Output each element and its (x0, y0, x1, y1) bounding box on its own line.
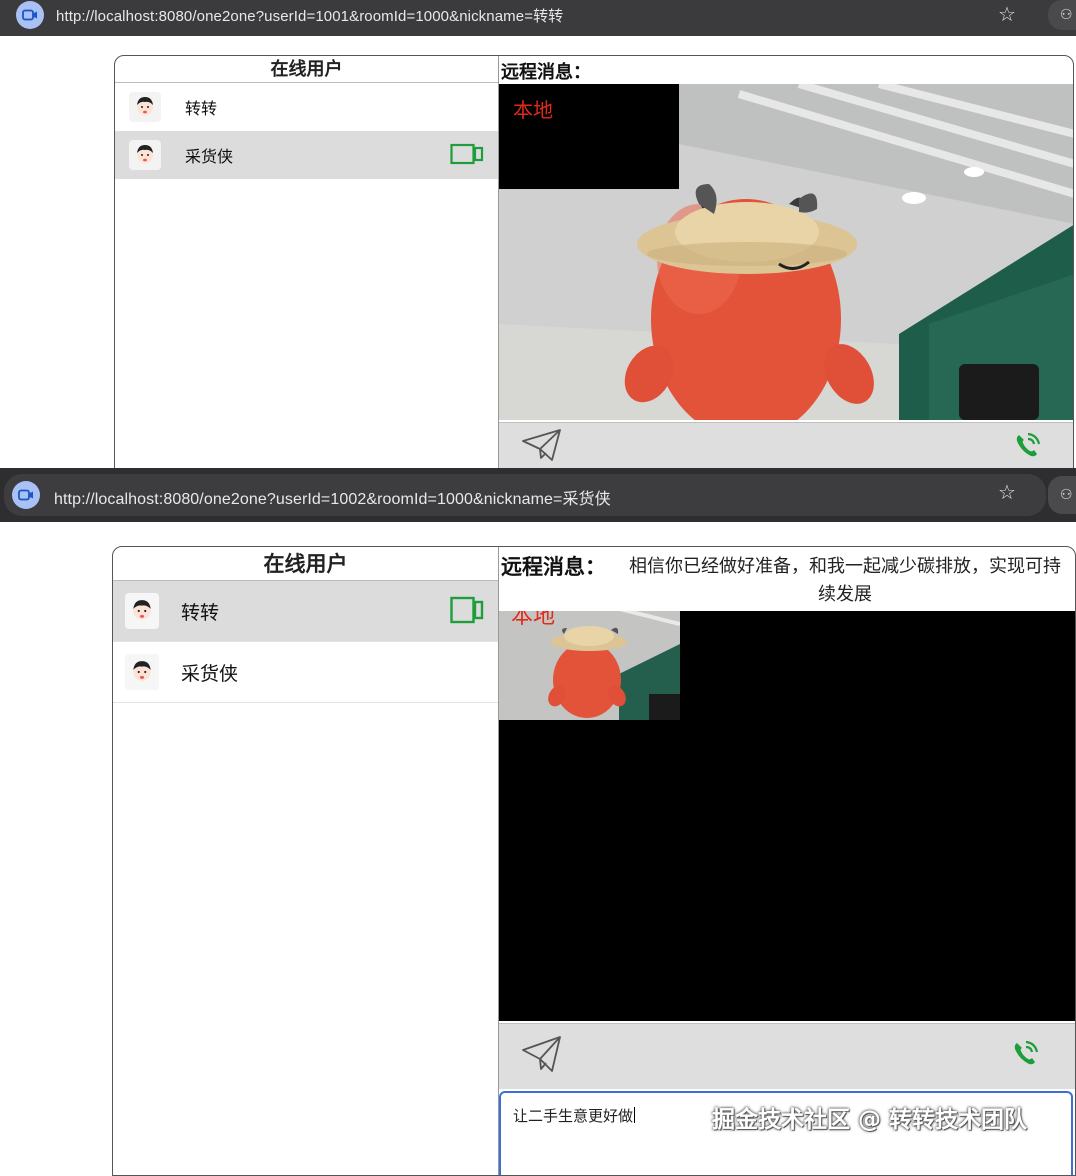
message-input-text: 让二手生意更好做 (513, 1107, 634, 1125)
online-users-title: 在线用户 (115, 56, 498, 83)
text-caret (634, 1107, 636, 1123)
user-name: 转转 (185, 99, 218, 118)
url-text-2[interactable]: http://localhost:8080/one2one?userId=100… (54, 485, 611, 509)
extensions-icon[interactable]: ⚇ (1048, 0, 1076, 30)
avatar-icon (129, 92, 161, 122)
remote-message-label: 远程消息： (501, 555, 606, 579)
user-list-item[interactable]: 采货侠 (113, 642, 498, 703)
remote-video: 本地 (499, 84, 1073, 420)
user-name: 采货侠 (181, 662, 239, 685)
video-camera-icon[interactable] (450, 143, 484, 169)
send-icon[interactable] (521, 1034, 563, 1078)
local-video-label: 本地 (513, 98, 553, 122)
user-name: 采货侠 (185, 147, 234, 166)
remote-panel: 远程消息： 本地 (499, 56, 1073, 484)
extensions-icon[interactable]: ⚇ (1048, 476, 1076, 514)
browser-toolbar-2: http://localhost:8080/one2one?userId=100… (0, 468, 1076, 522)
remote-message-label: 远程消息： (501, 62, 591, 83)
send-icon[interactable] (521, 427, 563, 467)
bookmark-star-icon[interactable]: ☆ (998, 2, 1016, 26)
bookmark-star-icon[interactable]: ☆ (998, 480, 1016, 504)
online-users-panel: 在线用户 转转 采货侠 (115, 56, 499, 484)
address-bar-1[interactable]: http://localhost:8080/one2one?userId=100… (4, 0, 1046, 30)
avatar-icon (129, 140, 161, 170)
remote-message-text: 相信你已经做好准备，和我一起减少碳排放，实现可持续发展 (629, 556, 1061, 605)
site-video-icon (12, 481, 40, 509)
user-list-item[interactable]: 采货侠 (115, 131, 498, 179)
phone-call-icon[interactable] (1011, 1038, 1041, 1072)
user-list-item[interactable]: 转转 (113, 581, 498, 642)
user-list-item[interactable]: 转转 (115, 83, 498, 131)
address-bar-2[interactable]: http://localhost:8080/one2one?userId=100… (4, 474, 1046, 516)
video-camera-icon[interactable] (450, 596, 484, 628)
watermark: 掘金技术社区 @ 转转技术团队 (712, 1107, 1028, 1133)
site-video-icon (16, 1, 44, 29)
online-users-panel: 在线用户 转转 采货侠 (113, 547, 499, 1175)
user-name: 转转 (181, 601, 220, 624)
phone-call-icon[interactable] (1013, 431, 1043, 463)
local-video-label: 本地 (511, 611, 556, 629)
message-toolbar (499, 1023, 1075, 1089)
url-text-1[interactable]: http://localhost:8080/one2one?userId=100… (56, 5, 563, 26)
remote-video: 本地 (499, 611, 1075, 1021)
app-window-2: 在线用户 转转 采货侠 远程消息： 相信你已经做好准备，和我一起减少碳排放，实现… (112, 546, 1076, 1176)
avatar-icon (125, 593, 159, 629)
avatar-icon (125, 654, 159, 690)
app-window-1: 在线用户 转转 采货侠 远程消息： 本地 (114, 55, 1074, 485)
browser-toolbar-1: http://localhost:8080/one2one?userId=100… (0, 0, 1076, 36)
online-users-title: 在线用户 (113, 547, 498, 581)
local-video: 本地 (499, 84, 679, 189)
local-video: 本地 (499, 611, 680, 720)
remote-panel: 远程消息： 相信你已经做好准备，和我一起减少碳排放，实现可持续发展 本地 让二手… (499, 547, 1075, 1175)
